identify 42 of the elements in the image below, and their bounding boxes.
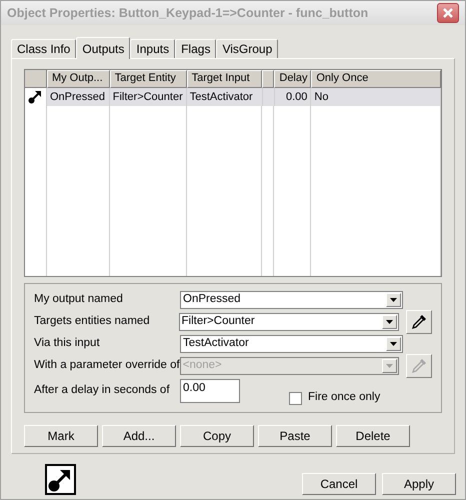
checkbox[interactable]: [289, 392, 302, 404]
table-cell: OnPressed: [50, 91, 105, 103]
field-label: With a parameter override of: [34, 358, 180, 374]
list-button[interactable]: Add...: [102, 425, 176, 447]
output-icon: [28, 90, 42, 104]
field-label: After a delay in seconds of: [34, 383, 171, 398]
list-button[interactable]: Copy: [180, 425, 254, 447]
checkbox-label: Fire once only: [308, 390, 380, 406]
table-cell: No: [314, 91, 328, 103]
dialog-button[interactable]: Apply: [382, 472, 456, 494]
dropdown[interactable]: TestActivator: [180, 335, 403, 353]
tab[interactable]: Flags: [175, 39, 216, 58]
list-row[interactable]: OnPressed Filter>Counter TestActivator 0.00 No: [25, 88, 441, 106]
column-header[interactable]: My Outp...: [46, 70, 110, 88]
list-button[interactable]: Delete: [336, 425, 410, 447]
eyedropper-icon: [410, 357, 428, 375]
column-header[interactable]: Target Entity: [110, 70, 187, 88]
table-cell: 0.00: [286, 91, 308, 103]
output-icon: [45, 464, 76, 495]
field-label: My output named: [34, 292, 124, 308]
field-label: Targets entities named: [34, 314, 151, 330]
window-title: Object Properties: Button_Keypad-1=>Counter - func_button: [7, 4, 368, 22]
table-cell: Filter>Counter: [112, 91, 183, 103]
tab[interactable]: VisGroup: [216, 39, 278, 58]
tab[interactable]: Inputs: [130, 39, 176, 58]
dropdown[interactable]: Filter>Counter: [178, 313, 400, 331]
close-icon: [442, 7, 454, 19]
dropdown[interactable]: OnPressed: [180, 291, 403, 309]
column-header[interactable]: Delay: [274, 70, 312, 88]
dialog-button[interactable]: Cancel: [302, 472, 376, 494]
input-field[interactable]: 0.00: [180, 379, 240, 403]
tab[interactable]: Class Info: [11, 39, 76, 58]
close-button[interactable]: [437, 3, 459, 23]
field-label: Via this input: [34, 336, 101, 352]
column-header[interactable]: Target Input: [186, 70, 262, 88]
tab[interactable]: Outputs: [76, 37, 130, 59]
eyedropper-icon: [410, 313, 428, 331]
eyedropper-button[interactable]: [406, 310, 432, 334]
list-button[interactable]: Mark: [24, 425, 98, 447]
table-cell: TestActivator: [190, 91, 253, 103]
list-button[interactable]: Paste: [258, 425, 332, 447]
column-header[interactable]: Only Once: [311, 70, 442, 88]
